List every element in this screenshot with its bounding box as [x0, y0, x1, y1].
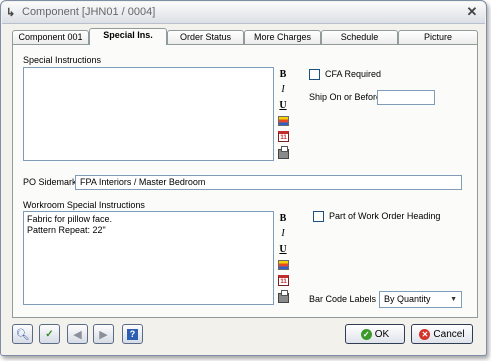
tab-strip: Component 001 Special Ins. Order Status … [12, 28, 478, 45]
workroom-instructions-label: Workroom Special Instructions [23, 200, 145, 210]
app-icon: ↳ [6, 7, 16, 19]
underline-icon[interactable]: U [276, 243, 290, 256]
ship-on-or-before-field[interactable] [377, 90, 435, 105]
previous-icon: ◀ [73, 328, 82, 341]
text-color-icon[interactable] [278, 260, 289, 270]
bar-code-labels-select[interactable]: By Quantity ▼ [379, 291, 462, 308]
bold-icon[interactable]: B [276, 212, 290, 225]
search-icon: 🔍︎ [15, 328, 30, 341]
help-icon: ? [127, 328, 138, 340]
cfa-required-label: CFA Required [325, 69, 382, 79]
tab-picture[interactable]: Picture [398, 30, 478, 44]
spellcheck-button[interactable]: ✓ [39, 324, 60, 344]
bold-icon[interactable]: B [276, 68, 290, 81]
help-button[interactable]: ? [122, 324, 143, 344]
part-of-work-order-heading-label: Part of Work Order Heading [329, 211, 441, 221]
italic-icon[interactable]: I [276, 83, 290, 96]
chevron-down-icon: ▼ [450, 296, 457, 303]
tab-more-charges[interactable]: More Charges [244, 30, 321, 44]
ship-on-or-before-label: Ship On or Before [309, 92, 382, 102]
text-color-icon[interactable] [278, 116, 289, 126]
tab-component-001[interactable]: Component 001 [12, 30, 89, 44]
cfa-required-checkbox[interactable] [309, 69, 320, 80]
cancel-button[interactable]: ✕ Cancel [411, 324, 473, 344]
calendar-icon[interactable]: 11 [278, 275, 289, 286]
cancel-icon: ✕ [419, 328, 431, 340]
special-instructions-label: Special Instructions [23, 55, 102, 65]
next-button[interactable]: ▶ [93, 324, 114, 344]
special-instructions-textarea[interactable] [23, 67, 274, 161]
special-ins-panel: Special Instructions B I U 11 CFA Requir… [12, 44, 478, 318]
calendar-icon[interactable]: 11 [278, 131, 289, 142]
tab-special-ins[interactable]: Special Ins. [89, 28, 167, 45]
tab-order-status[interactable]: Order Status [167, 30, 244, 44]
italic-icon[interactable]: I [276, 227, 290, 240]
workroom-instructions-textarea[interactable]: Fabric for pillow face. Pattern Repeat: … [23, 211, 274, 305]
cancel-label: Cancel [433, 328, 465, 340]
close-icon[interactable]: ✕ [465, 5, 479, 19]
print-icon[interactable] [278, 290, 289, 303]
search-button[interactable]: 🔍︎ [12, 324, 33, 344]
ok-button[interactable]: ✓ OK [345, 324, 405, 344]
bar-code-labels-label: Bar Code Labels [309, 294, 377, 304]
check-icon: ✓ [360, 328, 372, 340]
spellcheck-icon: ✓ [45, 328, 54, 340]
print-icon[interactable] [278, 146, 289, 159]
underline-icon[interactable]: U [276, 99, 290, 112]
ok-label: OK [374, 328, 390, 340]
part-of-work-order-heading-checkbox[interactable] [313, 211, 324, 222]
workroom-instructions-toolbar: B I U 11 [276, 211, 293, 305]
special-instructions-toolbar: B I U 11 [276, 67, 293, 161]
component-dialog: ↳ Component [JHN01 / 0004] ✕ Component 0… [0, 0, 487, 356]
next-icon: ▶ [99, 328, 108, 341]
window-title: Component [JHN01 / 0004] [22, 6, 156, 18]
po-sidemark-label: PO Sidemark [23, 177, 77, 187]
tab-schedule[interactable]: Schedule [321, 30, 398, 44]
previous-button[interactable]: ◀ [67, 324, 88, 344]
bar-code-labels-value: By Quantity [384, 294, 431, 304]
po-sidemark-field[interactable]: FPA Interiors / Master Bedroom [75, 175, 462, 190]
title-bar: ↳ Component [JHN01 / 0004] ✕ [2, 2, 485, 24]
